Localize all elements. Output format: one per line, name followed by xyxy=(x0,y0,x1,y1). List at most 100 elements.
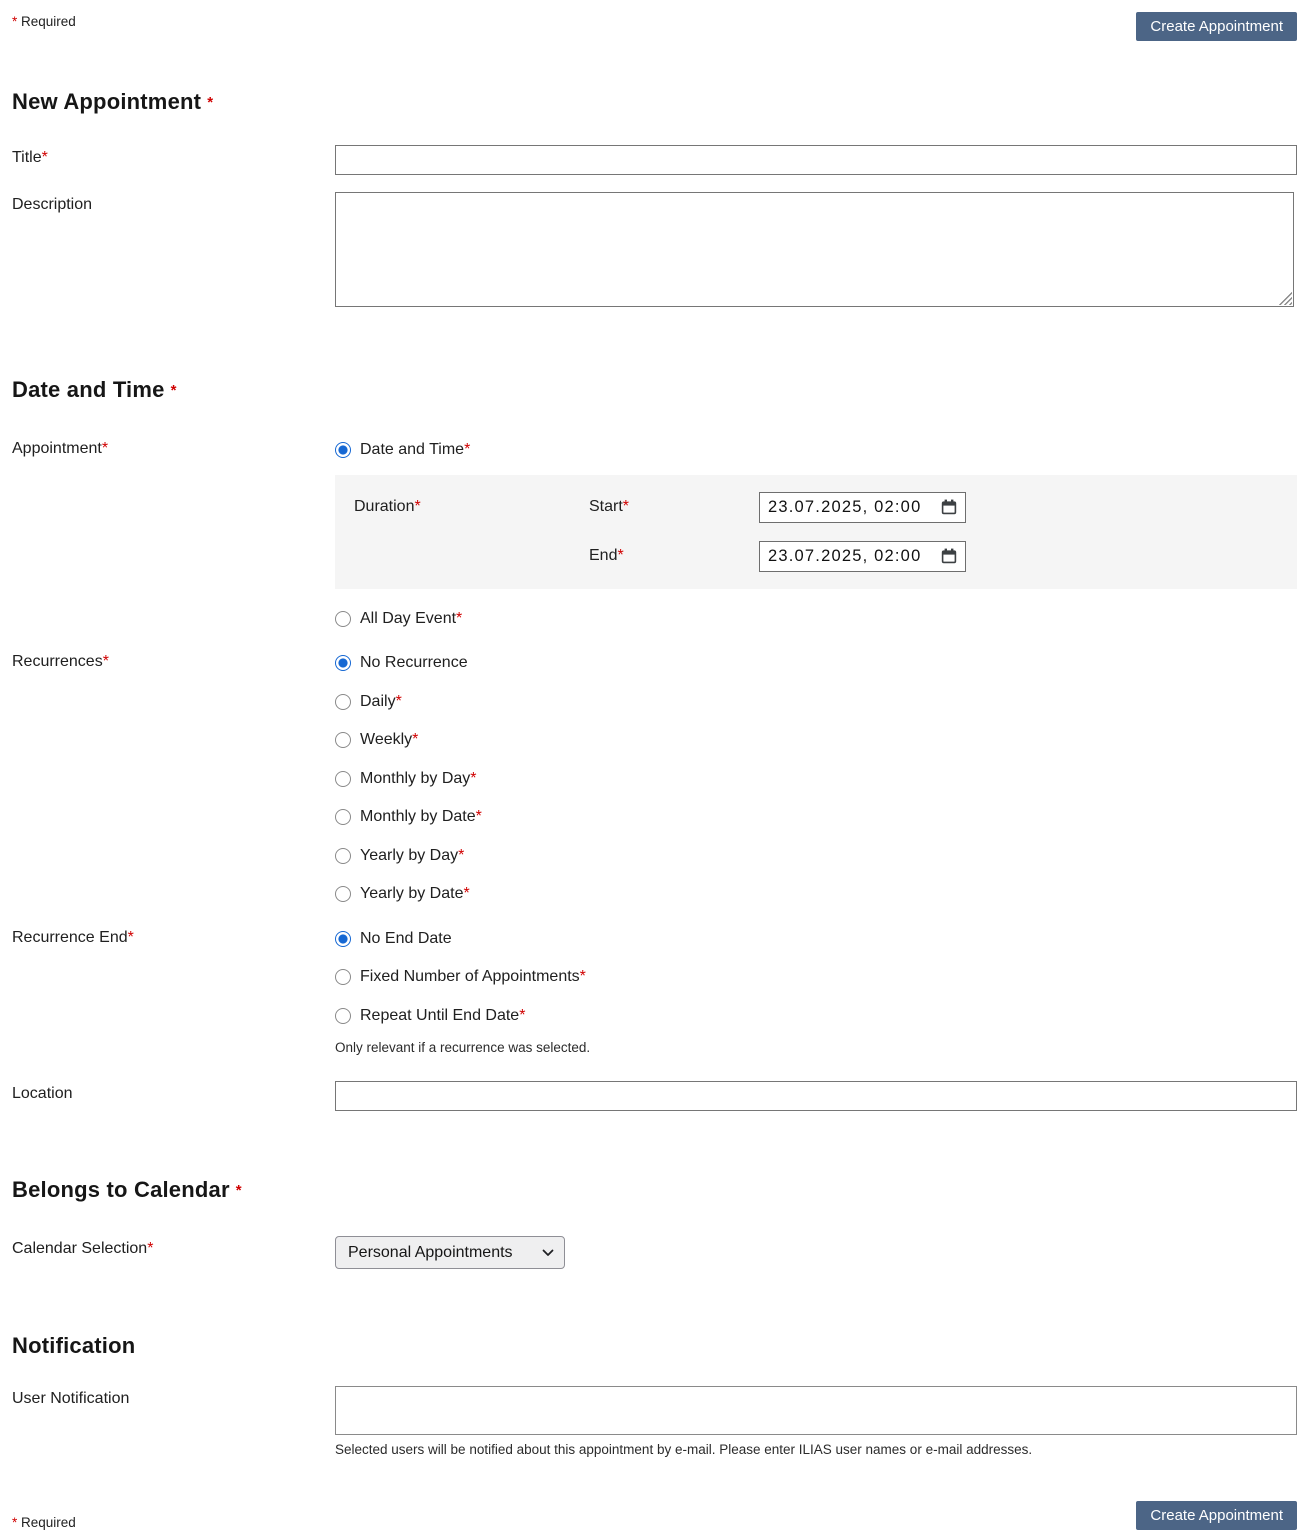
radio-label-text: Daily xyxy=(360,693,396,710)
title-input[interactable] xyxy=(335,145,1297,175)
calendar-icon[interactable] xyxy=(941,548,957,564)
radio-label-text: No End Date xyxy=(360,930,452,947)
create-appointment-button-bottom[interactable]: Create Appointment xyxy=(1136,1501,1297,1530)
description-label: Description xyxy=(12,192,335,214)
end-label-text: End xyxy=(589,547,617,564)
required-marker: * xyxy=(102,440,108,457)
required-marker: * xyxy=(414,498,420,515)
recurrences-field-row: Recurrences* No Recurrence Daily* Weekly… xyxy=(12,649,1297,919)
radio-option-no-recurrence[interactable]: No Recurrence xyxy=(335,649,1297,677)
radio-option-yearly-by-date[interactable]: Yearly by Date* xyxy=(335,880,1297,908)
radio-option-all-day-event[interactable]: All Day Event* xyxy=(335,605,1297,633)
user-notification-byline: Selected users will be notified about th… xyxy=(335,1442,1297,1457)
section-title-date-and-time: Date and Time * xyxy=(12,377,1297,403)
end-label: End* xyxy=(589,547,759,565)
chevron-down-icon xyxy=(542,1249,554,1257)
radio-icon[interactable] xyxy=(335,969,351,985)
appointment-field-row: Appointment* Date and Time* Duration* St… xyxy=(12,436,1297,643)
required-marker: * xyxy=(42,149,48,166)
radio-label-text: Repeat Until End Date xyxy=(360,1007,519,1024)
required-marker: * xyxy=(207,94,213,111)
radio-icon[interactable] xyxy=(335,694,351,710)
required-note-text: Required xyxy=(21,1515,76,1530)
section-title-new-appointment: New Appointment * xyxy=(12,89,1297,115)
section-title-text: Date and Time xyxy=(12,377,165,402)
start-datetime-input[interactable]: 23.07.2025, 02:00 xyxy=(759,492,966,523)
title-label: Title* xyxy=(12,145,335,167)
radio-icon[interactable] xyxy=(335,771,351,787)
radio-icon[interactable] xyxy=(335,931,351,947)
end-datetime-value[interactable]: 23.07.2025, 02:00 xyxy=(768,547,937,566)
appointment-form-page: * Required Create Appointment New Appoin… xyxy=(0,0,1307,1538)
required-marker: * xyxy=(147,1240,153,1257)
appointment-label: Appointment* xyxy=(12,436,335,458)
radio-label-text: Monthly by Date xyxy=(360,808,476,825)
radio-icon[interactable] xyxy=(335,655,351,671)
required-marker: * xyxy=(476,808,482,825)
radio-option-no-end-date[interactable]: No End Date xyxy=(335,925,1297,953)
duration-label-text: Duration xyxy=(354,498,414,515)
radio-icon[interactable] xyxy=(335,1008,351,1024)
section-title-belongs-to-calendar: Belongs to Calendar * xyxy=(12,1177,1297,1203)
radio-icon[interactable] xyxy=(335,611,351,627)
radio-option-weekly[interactable]: Weekly* xyxy=(335,726,1297,754)
required-marker: * xyxy=(623,498,629,515)
radio-label-text: Fixed Number of Appointments xyxy=(360,968,580,985)
title-field-row: Title* xyxy=(12,145,1297,175)
radio-icon[interactable] xyxy=(335,442,351,458)
required-marker: * xyxy=(236,1182,242,1199)
required-marker: * xyxy=(12,1515,17,1530)
required-note-text: Required xyxy=(21,14,76,29)
calendar-icon[interactable] xyxy=(941,499,957,515)
required-note: * Required xyxy=(12,1513,76,1530)
toolbar-top: * Required Create Appointment xyxy=(12,12,1297,41)
radio-icon[interactable] xyxy=(335,732,351,748)
location-input[interactable] xyxy=(335,1081,1297,1111)
radio-label-text: No Recurrence xyxy=(360,654,468,671)
description-textarea[interactable] xyxy=(335,192,1294,307)
required-marker: * xyxy=(464,441,470,458)
appointment-label-text: Appointment xyxy=(12,440,102,457)
section-title-notification: Notification xyxy=(12,1333,1297,1359)
section-title-text: New Appointment xyxy=(12,89,201,114)
radio-option-monthly-by-day[interactable]: Monthly by Day* xyxy=(335,765,1297,793)
create-appointment-button-top[interactable]: Create Appointment xyxy=(1136,12,1297,41)
radio-icon[interactable] xyxy=(335,809,351,825)
radio-option-yearly-by-day[interactable]: Yearly by Day* xyxy=(335,842,1297,870)
required-marker: * xyxy=(412,731,418,748)
calendar-selection-value: Personal Appointments xyxy=(348,1244,528,1262)
required-marker: * xyxy=(458,847,464,864)
required-note: * Required xyxy=(12,12,76,29)
section-title-text: Belongs to Calendar xyxy=(12,1177,230,1202)
required-marker: * xyxy=(12,14,17,29)
radio-icon[interactable] xyxy=(335,886,351,902)
radio-option-fixed-number-of-appointments[interactable]: Fixed Number of Appointments* xyxy=(335,963,1297,991)
radio-label-text: Date and Time xyxy=(360,441,464,458)
user-notification-input[interactable] xyxy=(335,1386,1297,1435)
radio-option-daily[interactable]: Daily* xyxy=(335,688,1297,716)
radio-option-monthly-by-date[interactable]: Monthly by Date* xyxy=(335,803,1297,831)
required-marker: * xyxy=(456,610,462,627)
start-datetime-value[interactable]: 23.07.2025, 02:00 xyxy=(768,498,937,517)
resize-grip-icon[interactable] xyxy=(1279,292,1292,305)
recurrences-label: Recurrences* xyxy=(12,649,335,671)
location-field-row: Location xyxy=(12,1081,1297,1111)
radio-label-text: Yearly by Date xyxy=(360,885,463,902)
recurrence-end-byline: Only relevant if a recurrence was select… xyxy=(335,1040,1297,1055)
recurrences-label-text: Recurrences xyxy=(12,653,103,670)
required-marker: * xyxy=(171,382,177,399)
required-marker: * xyxy=(103,653,109,670)
radio-option-date-and-time[interactable]: Date and Time* xyxy=(335,436,1297,464)
radio-icon[interactable] xyxy=(335,848,351,864)
end-datetime-input[interactable]: 23.07.2025, 02:00 xyxy=(759,541,966,572)
calendar-selection-select[interactable]: Personal Appointments xyxy=(335,1236,565,1269)
duration-label: Duration* xyxy=(354,498,589,516)
title-label-text: Title xyxy=(12,149,42,166)
required-marker: * xyxy=(580,968,586,985)
required-marker: * xyxy=(519,1007,525,1024)
recurrence-end-field-row: Recurrence End* No End Date Fixed Number… xyxy=(12,925,1297,1070)
radio-label-text: Yearly by Day xyxy=(360,847,458,864)
calendar-selection-label-text: Calendar Selection xyxy=(12,1240,147,1257)
radio-option-repeat-until-end-date[interactable]: Repeat Until End Date* xyxy=(335,1002,1297,1030)
recurrence-end-label: Recurrence End* xyxy=(12,925,335,947)
